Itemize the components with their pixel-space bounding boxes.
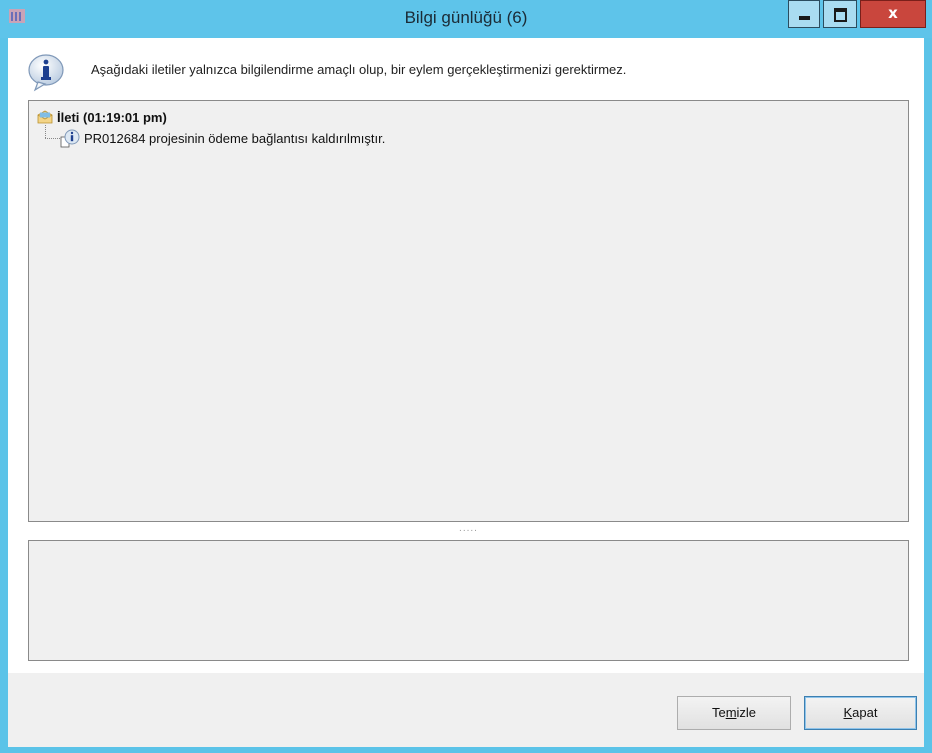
tree-node-label: PR012684 projesinin ödeme bağlantısı kal… (84, 130, 386, 146)
clear-button-label-pre: Te (711, 705, 726, 720)
minimize-icon (799, 16, 810, 20)
info-bar: Aşağıdaki iletiler yalnızca bilgilendirm… (8, 38, 924, 96)
maximize-button[interactable] (823, 0, 857, 28)
splitter-grip: ..... (459, 523, 478, 534)
tree-connector (45, 138, 60, 139)
close-button[interactable]: Kapat (804, 696, 917, 730)
close-window-button[interactable]: x (860, 0, 926, 28)
message-detail-panel[interactable] (28, 540, 909, 661)
message-tree[interactable]: İleti (01:19:01 pm) PR012684 projesinin … (28, 100, 909, 522)
tree-node-info-message[interactable]: PR012684 projesinin ödeme bağlantısı kal… (60, 128, 385, 148)
clear-button-label-post: izle (736, 705, 757, 720)
tree-connector (45, 125, 46, 138)
info-balloon-icon (28, 54, 64, 92)
dialog-window: Bilgi günlüğü (6) x Aşağıdaki iletiler y… (0, 0, 932, 753)
close-button-mnemonic: K (843, 705, 853, 720)
button-bar: Temizle Kapat (8, 673, 924, 747)
panel-splitter[interactable]: ..... (28, 522, 909, 540)
info-message-icon (60, 129, 80, 148)
minimize-button[interactable] (788, 0, 820, 28)
title-bar[interactable]: Bilgi günlüğü (6) x (0, 0, 932, 38)
close-icon: x (888, 4, 898, 22)
message-envelope-icon (37, 110, 53, 124)
dialog-body: Aşağıdaki iletiler yalnızca bilgilendirm… (8, 38, 924, 747)
tree-node-label: İleti (01:19:01 pm) (57, 109, 167, 125)
tree-node-message[interactable]: İleti (01:19:01 pm) (37, 108, 167, 126)
maximize-icon (834, 8, 847, 22)
close-button-label-post: apat (852, 705, 878, 720)
clear-button-mnemonic: m (725, 705, 737, 720)
clear-button[interactable]: Temizle (677, 696, 791, 730)
info-message-text: Aşağıdaki iletiler yalnızca bilgilendirm… (91, 62, 627, 77)
